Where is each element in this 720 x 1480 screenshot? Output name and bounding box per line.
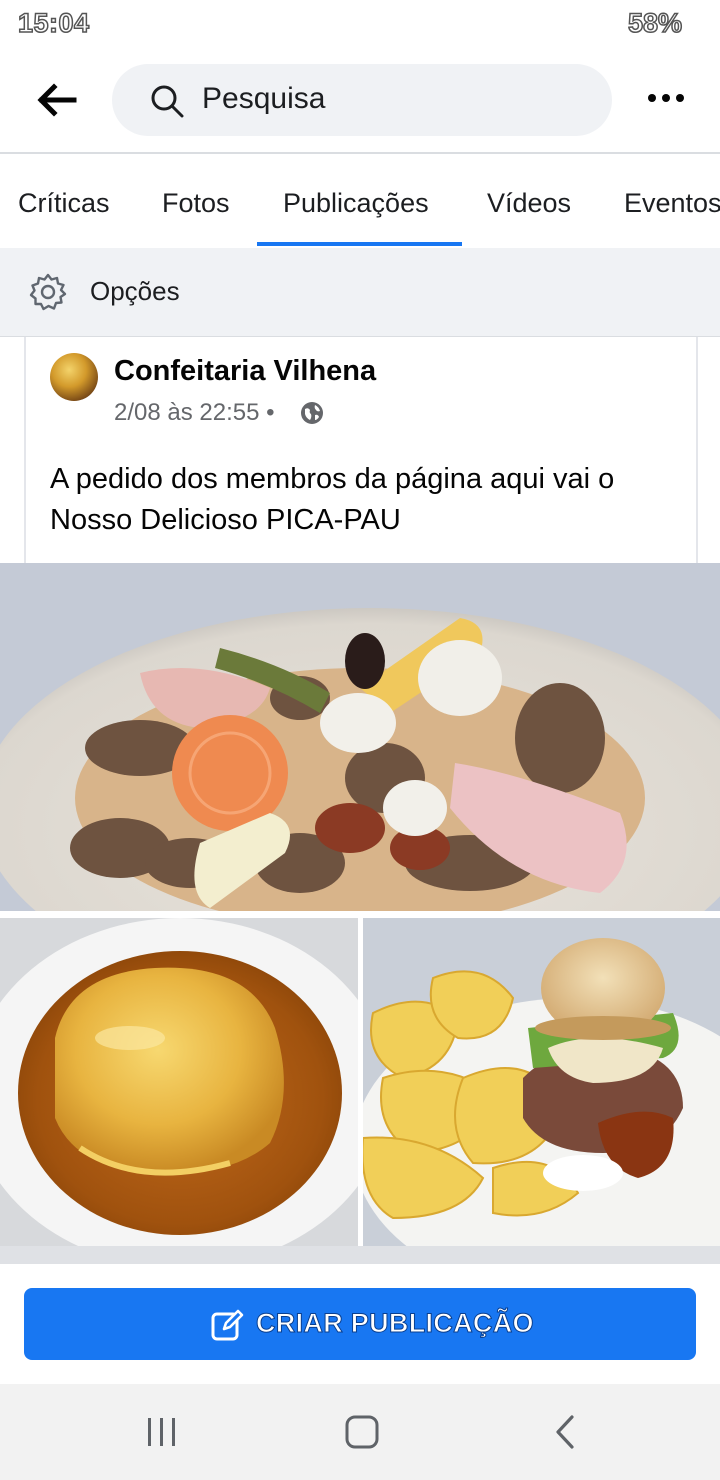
more-options-icon[interactable] — [646, 86, 686, 110]
selected-tab-indicator — [257, 242, 462, 246]
meta-separator: • — [266, 399, 275, 426]
post-photo-burger[interactable] — [363, 918, 720, 1246]
gear-icon — [29, 273, 67, 311]
post-timestamp[interactable]: 2/08 às 22:55 — [114, 399, 259, 426]
create-post-bar: CRIAR PUBLICAÇÃO — [0, 1264, 720, 1384]
status-bar: 15:04 58% — [0, 0, 720, 48]
back-arrow-icon[interactable] — [34, 78, 78, 122]
search-input[interactable]: Pesquisa — [112, 64, 612, 136]
post-card: Confeitaria Vilhena 2/08 às 22:55 • A pe… — [24, 337, 698, 563]
tab-criticas[interactable]: Críticas — [18, 188, 110, 219]
tab-publicacoes[interactable]: Publicações — [283, 188, 429, 219]
post-photo-pica-pau[interactable] — [0, 563, 720, 911]
status-time: 15:04 — [17, 7, 90, 39]
tab-videos[interactable]: Vídeos — [487, 188, 571, 219]
battery-level: 58% — [627, 7, 683, 39]
create-post-label: CRIAR PUBLICAÇÃO — [256, 1308, 534, 1339]
options-label: Opções — [90, 276, 180, 306]
tab-eventos[interactable]: Eventos — [624, 188, 720, 219]
create-post-button[interactable]: CRIAR PUBLICAÇÃO — [24, 1288, 696, 1360]
post-photo-francesinha[interactable] — [0, 918, 358, 1246]
post-meta: 2/08 às 22:55 • — [114, 399, 275, 427]
search-placeholder: Pesquisa — [202, 82, 326, 115]
avatar[interactable] — [50, 353, 98, 401]
globe-icon — [301, 402, 323, 424]
post-text: A pedido dos membros da página aqui vai … — [50, 463, 615, 536]
options-bar[interactable]: Opções — [0, 248, 720, 337]
feed-separator — [0, 1246, 720, 1264]
top-bar: Pesquisa — [0, 48, 720, 154]
home-icon[interactable] — [344, 1414, 380, 1450]
nav-back-icon[interactable] — [550, 1414, 580, 1450]
system-nav-bar — [0, 1384, 720, 1480]
post-author[interactable]: Confeitaria Vilhena — [114, 355, 376, 388]
page-tabs: Críticas Fotos Publicações Vídeos Evento… — [0, 154, 720, 248]
recent-apps-icon[interactable] — [144, 1414, 180, 1450]
search-icon — [151, 85, 184, 118]
tab-fotos[interactable]: Fotos — [162, 188, 230, 219]
edit-icon — [211, 1309, 244, 1341]
